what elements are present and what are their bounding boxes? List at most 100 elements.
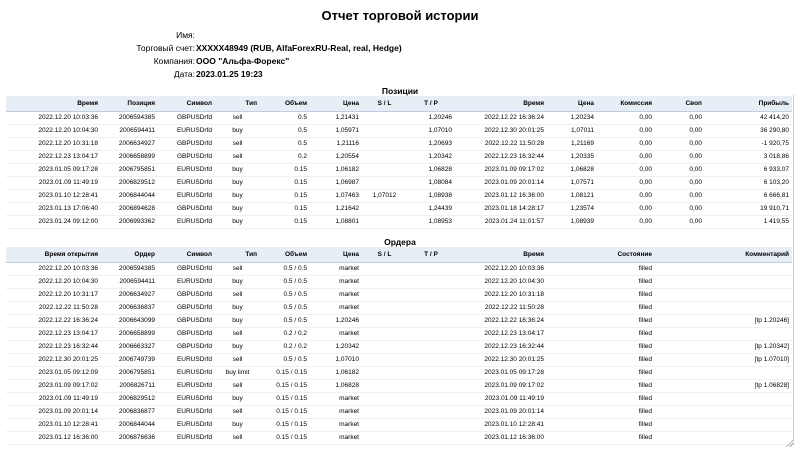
table-cell: 1,07011	[570, 127, 594, 134]
table-cell	[362, 406, 407, 419]
table-cell: 0.15 / 0.15	[276, 369, 307, 376]
table-row[interactable]: 2022.12.20 10:03:36 2006594385 GBPUSDrfd se…	[6, 263, 792, 276]
table-cell: sell	[232, 153, 243, 160]
table-cell	[362, 138, 407, 151]
table-cell: 1,24439	[428, 205, 453, 212]
table-cell: [tp 1.06828]	[754, 382, 789, 389]
table-row[interactable]: 2023.01.12 16:36:00 2006876636 EURUSDrfd se…	[6, 432, 792, 445]
table-row[interactable]: 2022.12.23 13:04:17 2006658899 GBPUSDrfd se…	[6, 151, 792, 164]
resize-grip-icon[interactable]	[785, 439, 793, 447]
col-header[interactable]: T / P	[407, 96, 455, 112]
table-row[interactable]: 2023.01.10 12:28:41 2006844044 EURUSDrfd bu…	[6, 190, 792, 203]
col-header[interactable]: Цена	[310, 96, 362, 112]
table-row[interactable]: 2022.12.20 10:31:17 2006634927 GBPUSDrfd se…	[6, 289, 792, 302]
table-cell: 2022.12.22 11:50:28	[484, 140, 544, 147]
col-header[interactable]: Объем	[260, 96, 310, 112]
col-header[interactable]: Время	[6, 96, 101, 112]
table-cell: 2023.01.10 12:28:41	[38, 192, 98, 199]
table-cell: GBPUSDrfd	[176, 330, 212, 337]
orders-table: Время открытия Ордер Символ Тип Объем Це…	[6, 247, 792, 445]
table-cell: 2022.12.20 10:03:36	[38, 114, 98, 121]
table-row[interactable]: 2023.01.09 09:17:02 2006826711 EURUSDrfd se…	[6, 380, 792, 393]
table-cell	[407, 263, 455, 276]
table-cell	[407, 419, 455, 432]
table-row[interactable]: 2023.01.09 20:01:14 2006836877 EURUSDrfd se…	[6, 406, 792, 419]
col-header[interactable]: Цена	[547, 96, 597, 112]
col-header[interactable]: Комиссия	[597, 96, 655, 112]
table-cell: 0,00	[689, 205, 702, 212]
info-row-date: Дата: 2023.01.25 19:23	[0, 69, 800, 82]
table-row[interactable]: 2022.12.23 16:32:44 2006663327 GBPUSDrfd bu…	[6, 341, 792, 354]
col-header[interactable]: Символ	[158, 96, 215, 112]
table-cell	[407, 341, 455, 354]
col-header[interactable]: S / L	[362, 96, 407, 112]
col-header[interactable]: Прибыль	[705, 96, 792, 112]
table-cell: 2006658899	[118, 330, 155, 337]
table-cell: 1,21116	[336, 140, 359, 147]
table-cell: 2006594385	[118, 114, 155, 121]
table-cell: 2006829512	[118, 395, 155, 402]
table-cell: 0.15	[294, 166, 307, 173]
table-cell: 0.5	[297, 127, 307, 134]
col-header[interactable]: S / L	[362, 247, 407, 263]
table-row[interactable]: 2022.12.20 10:04:30 2006594411 EURUSDrfd bu…	[6, 125, 792, 138]
table-row[interactable]: 2022.12.20 10:03:36 2006594385 GBPUSDrfd se…	[6, 112, 792, 125]
table-row[interactable]: 2023.01.09 11:49:19 2006829512 EURUSDrfd bu…	[6, 393, 792, 406]
table-cell: 1,05971	[335, 127, 360, 134]
table-row[interactable]: 2022.12.22 16:36:24 2006643099 GBPUSDrfd bu…	[6, 315, 792, 328]
table-cell: 1,20342	[428, 153, 453, 160]
col-header[interactable]: Позиция	[101, 96, 158, 112]
table-cell: 2006829512	[118, 179, 155, 186]
table-cell	[407, 354, 455, 367]
table-cell	[655, 406, 792, 419]
col-header[interactable]: Ордер	[101, 247, 158, 263]
table-row[interactable]: 2023.01.10 12:28:41 2006844044 EURUSDrfd bu…	[6, 419, 792, 432]
table-row[interactable]: 2022.12.23 13:04:17 2006658899 GBPUSDrfd se…	[6, 328, 792, 341]
table-cell	[655, 302, 792, 315]
table-row[interactable]: 2022.12.20 10:04:30 2006594411 EURUSDrfd bu…	[6, 276, 792, 289]
table-row[interactable]: 2023.01.24 09:12:00 2006993362 EURUSDrfd bu…	[6, 216, 792, 229]
col-header[interactable]: Тип	[215, 247, 260, 263]
table-cell	[407, 315, 455, 328]
col-header[interactable]: Комментарий	[655, 247, 792, 263]
table-row[interactable]: 2023.01.05 09:17:28 2006795851 EURUSDrfd bu…	[6, 164, 792, 177]
col-header[interactable]: Цена	[310, 247, 362, 263]
col-header[interactable]: T / P	[407, 247, 455, 263]
col-header[interactable]: Тип	[215, 96, 260, 112]
table-cell: 2006876636	[118, 434, 155, 441]
table-cell	[407, 380, 455, 393]
table-cell: 1,20342	[335, 343, 360, 350]
table-cell: 1,20234	[570, 114, 595, 121]
table-cell: 2022.12.23 13:04:17	[484, 330, 544, 337]
table-cell	[362, 367, 407, 380]
col-header[interactable]: Время открытия	[6, 247, 101, 263]
table-cell	[362, 432, 407, 445]
table-row[interactable]: 2022.12.20 10:31:18 2006634927 GBPUSDrfd se…	[6, 138, 792, 151]
table-cell: 0.5 / 0.5	[283, 356, 308, 363]
col-header[interactable]: Своп	[655, 96, 705, 112]
table-cell	[655, 419, 792, 432]
table-cell	[362, 302, 407, 315]
table-cell: 1,08801	[335, 218, 360, 225]
table-row[interactable]: 2022.12.22 11:50:28 2006636837 GBPUSDrfd bu…	[6, 302, 792, 315]
table-cell: sell	[232, 356, 243, 363]
info-label: Дата:	[173, 69, 195, 79]
table-row[interactable]: 2023.01.05 09:12:09 2006795851 EURUSDrfd bu…	[6, 367, 792, 380]
table-cell: filled	[638, 369, 652, 376]
col-header[interactable]: Время	[455, 96, 547, 112]
col-header[interactable]: Время	[455, 247, 547, 263]
table-cell: market	[339, 434, 359, 441]
col-header[interactable]: Состояние	[547, 247, 655, 263]
table-cell: 2006894628	[118, 205, 155, 212]
scrollbar-track[interactable]	[793, 95, 794, 445]
table-cell: EURUSDrfd	[176, 395, 212, 402]
table-row[interactable]: 2022.12.30 20:01:25 2006749739 EURUSDrfd se…	[6, 354, 792, 367]
orders-header-row: Время открытия Ордер Символ Тип Объем Це…	[6, 247, 792, 263]
table-row[interactable]: 2023.01.13 17:06:40 2006894628 GBPUSDrfd bu…	[6, 203, 792, 216]
col-header[interactable]: Объем	[260, 247, 310, 263]
table-cell: 0.5	[297, 114, 307, 121]
table-cell: 2022.12.23 16:32:44	[484, 153, 544, 160]
table-cell: 2023.01.24 11:01:57	[484, 218, 544, 225]
table-row[interactable]: 2023.01.09 11:49:19 2006829512 EURUSDrfd bu…	[6, 177, 792, 190]
col-header[interactable]: Символ	[158, 247, 215, 263]
